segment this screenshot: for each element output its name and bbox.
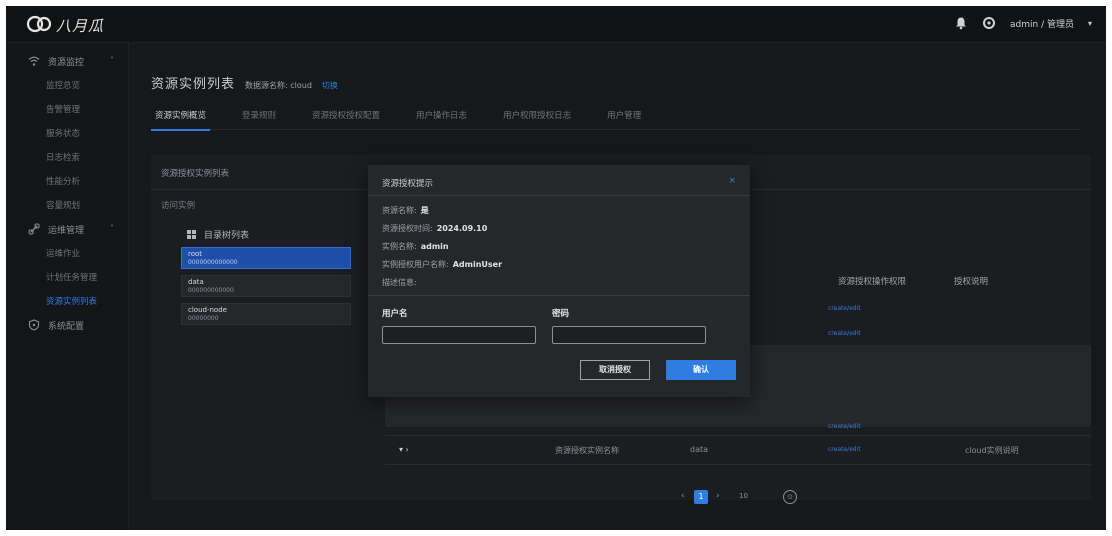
link-icon	[28, 223, 40, 235]
logo-icon	[26, 15, 52, 33]
dialog-divider	[368, 295, 750, 296]
sidebar-group-label: 运维管理	[48, 225, 85, 236]
row-edit-link[interactable]: create/edit	[828, 446, 861, 453]
edit-link[interactable]: create/edit	[828, 423, 861, 430]
info-label: 实例授权用户名称:	[382, 260, 449, 269]
sidebar-item[interactable]: 服务状态	[6, 121, 128, 145]
grid-icon	[187, 229, 196, 239]
user-name[interactable]: admin / 管理员	[1010, 17, 1074, 30]
tab-login-rules[interactable]: 登录规则	[238, 107, 280, 129]
tree-node-name: data	[188, 278, 204, 286]
directory-tree: 目录树列表 root 0000000000000 data 0000000000…	[181, 227, 359, 347]
prev-page-button[interactable]: ‹	[681, 491, 685, 501]
row-desc: cloud实例说明	[965, 446, 1019, 455]
row-name: 资源授权实例名称	[555, 446, 619, 455]
page-size-select[interactable]: 10	[739, 492, 748, 500]
sidebar-item[interactable]: 性能分析	[6, 169, 128, 193]
brand-logo[interactable]: 八月瓜	[26, 13, 136, 37]
tab-permission-log[interactable]: 用户权限授权日志	[499, 107, 575, 129]
info-value: admin	[420, 242, 449, 251]
chevron-down-icon[interactable]: ▾	[1088, 19, 1092, 28]
cancel-auth-button[interactable]: 取消授权	[580, 360, 650, 380]
tab-user-management[interactable]: 用户管理	[603, 107, 645, 129]
page-button-current[interactable]: 1	[694, 490, 708, 504]
panel-title: 资源授权实例列表	[161, 169, 230, 179]
info-label: 资源授权时间:	[382, 224, 433, 233]
page-subtitle: 数据源名称: cloud	[245, 81, 312, 90]
username-label: 用户名	[382, 309, 408, 319]
shield-icon	[28, 319, 40, 331]
row-type: data	[690, 445, 709, 454]
chevron-up-icon: ˄	[110, 56, 114, 65]
info-label: 实例名称:	[382, 242, 417, 251]
page-title: 资源实例列表	[151, 77, 236, 92]
sidebar-item[interactable]: 日志检索	[6, 145, 128, 169]
tree-node-sub: 00000000	[188, 315, 219, 322]
logo-text: 八月瓜	[56, 17, 105, 35]
sidebar-item[interactable]: 监控总览	[6, 73, 128, 97]
app-window: 八月瓜 admin / 管理员 ▾ 资源监控 ˄ 监控总览 告警管理 服务状态 …	[6, 6, 1106, 530]
topbar-actions: admin / 管理员 ▾	[954, 16, 1092, 30]
page-header: 资源实例列表 数据源名称: cloud 切换	[151, 73, 338, 92]
table-row[interactable]: ▾ › 资源授权实例名称 data create/edit cloud实例说明	[385, 435, 1091, 465]
info-label: 描述信息:	[382, 278, 417, 287]
switch-link[interactable]: 切换	[322, 80, 338, 91]
info-row: 描述信息:	[382, 277, 421, 288]
bell-icon[interactable]	[954, 16, 968, 30]
sidebar-item[interactable]: 运维作业	[6, 241, 128, 265]
info-row: 资源名称: 是	[382, 205, 429, 216]
confirm-button[interactable]: 确认	[666, 360, 736, 380]
dialog-title: 资源授权提示	[382, 179, 434, 189]
info-value: 是	[420, 206, 429, 215]
sidebar-group-monitor[interactable]: 资源监控 ˄	[6, 49, 128, 73]
info-value: AdminUser	[452, 260, 503, 269]
info-value: 2024.09.10	[436, 224, 488, 233]
info-row: 资源授权时间: 2024.09.10	[382, 223, 487, 234]
next-page-button[interactable]: ›	[716, 491, 720, 501]
sidebar-item-active[interactable]: 资源实例列表	[6, 289, 128, 313]
tree-node-sub: 000000000000	[188, 287, 234, 294]
auth-dialog: 资源授权提示 × 资源名称: 是 资源授权时间: 2024.09.10 实例名称: a…	[368, 165, 750, 397]
sidebar-item[interactable]: 容量规划	[6, 193, 128, 217]
info-row: 实例授权用户名称: AdminUser	[382, 259, 502, 270]
tree-header: 目录树列表	[187, 227, 359, 241]
sidebar-group-label: 资源监控	[48, 57, 85, 68]
sidebar-group-config[interactable]: 系统配置	[6, 313, 128, 337]
edit-link[interactable]: create/edit	[828, 305, 861, 312]
tab-operation-log[interactable]: 用户操作日志	[412, 107, 471, 129]
sidebar: 资源监控 ˄ 监控总览 告警管理 服务状态 日志检索 性能分析 容量规划 运维管…	[6, 43, 129, 530]
info-row: 实例名称: admin	[382, 241, 449, 252]
username-input[interactable]	[382, 326, 536, 344]
sidebar-group-ops[interactable]: 运维管理 ˄	[6, 217, 128, 241]
tab-bar: 资源实例概览 登录规则 资源授权授权配置 用户操作日志 用户权限授权日志 用户管…	[151, 107, 1081, 131]
panel-subtitle: 访问实例	[161, 201, 196, 211]
tree-node-active[interactable]: root 0000000000000	[181, 247, 351, 269]
jump-page-button[interactable]: ⊙	[783, 490, 797, 504]
close-icon[interactable]: ×	[728, 176, 736, 186]
column-header-permission: 资源授权操作权限	[838, 277, 907, 287]
settings-icon[interactable]	[982, 16, 996, 30]
column-header-desc: 授权说明	[954, 277, 989, 287]
tree-node[interactable]: cloud-node 00000000	[181, 303, 351, 325]
tree-node[interactable]: data 000000000000	[181, 275, 351, 297]
sidebar-item[interactable]: 告警管理	[6, 97, 128, 121]
wifi-icon	[28, 56, 40, 66]
tree-node-name: root	[188, 250, 203, 258]
pagination: ‹ 1 › 10 ⊙	[151, 490, 1091, 510]
tree-node-name: cloud-node	[188, 306, 227, 314]
password-label: 密码	[552, 309, 570, 319]
tree-node-sub: 0000000000000	[188, 259, 238, 266]
info-label: 资源名称:	[382, 206, 417, 215]
tab-auth-config[interactable]: 资源授权授权配置	[308, 107, 384, 129]
top-bar: 八月瓜 admin / 管理员 ▾	[6, 6, 1106, 43]
tree-title: 目录树列表	[204, 230, 250, 241]
sidebar-group-label: 系统配置	[48, 321, 85, 332]
sidebar-item[interactable]: 计划任务管理	[6, 265, 128, 289]
chevron-up-icon: ˄	[110, 224, 114, 233]
password-input[interactable]	[552, 326, 706, 344]
dialog-header: 资源授权提示 ×	[368, 165, 750, 196]
edit-link[interactable]: create/edit	[828, 330, 861, 337]
tab-overview[interactable]: 资源实例概览	[151, 107, 211, 131]
row-expand-toggle[interactable]: ▾ ›	[399, 445, 409, 454]
